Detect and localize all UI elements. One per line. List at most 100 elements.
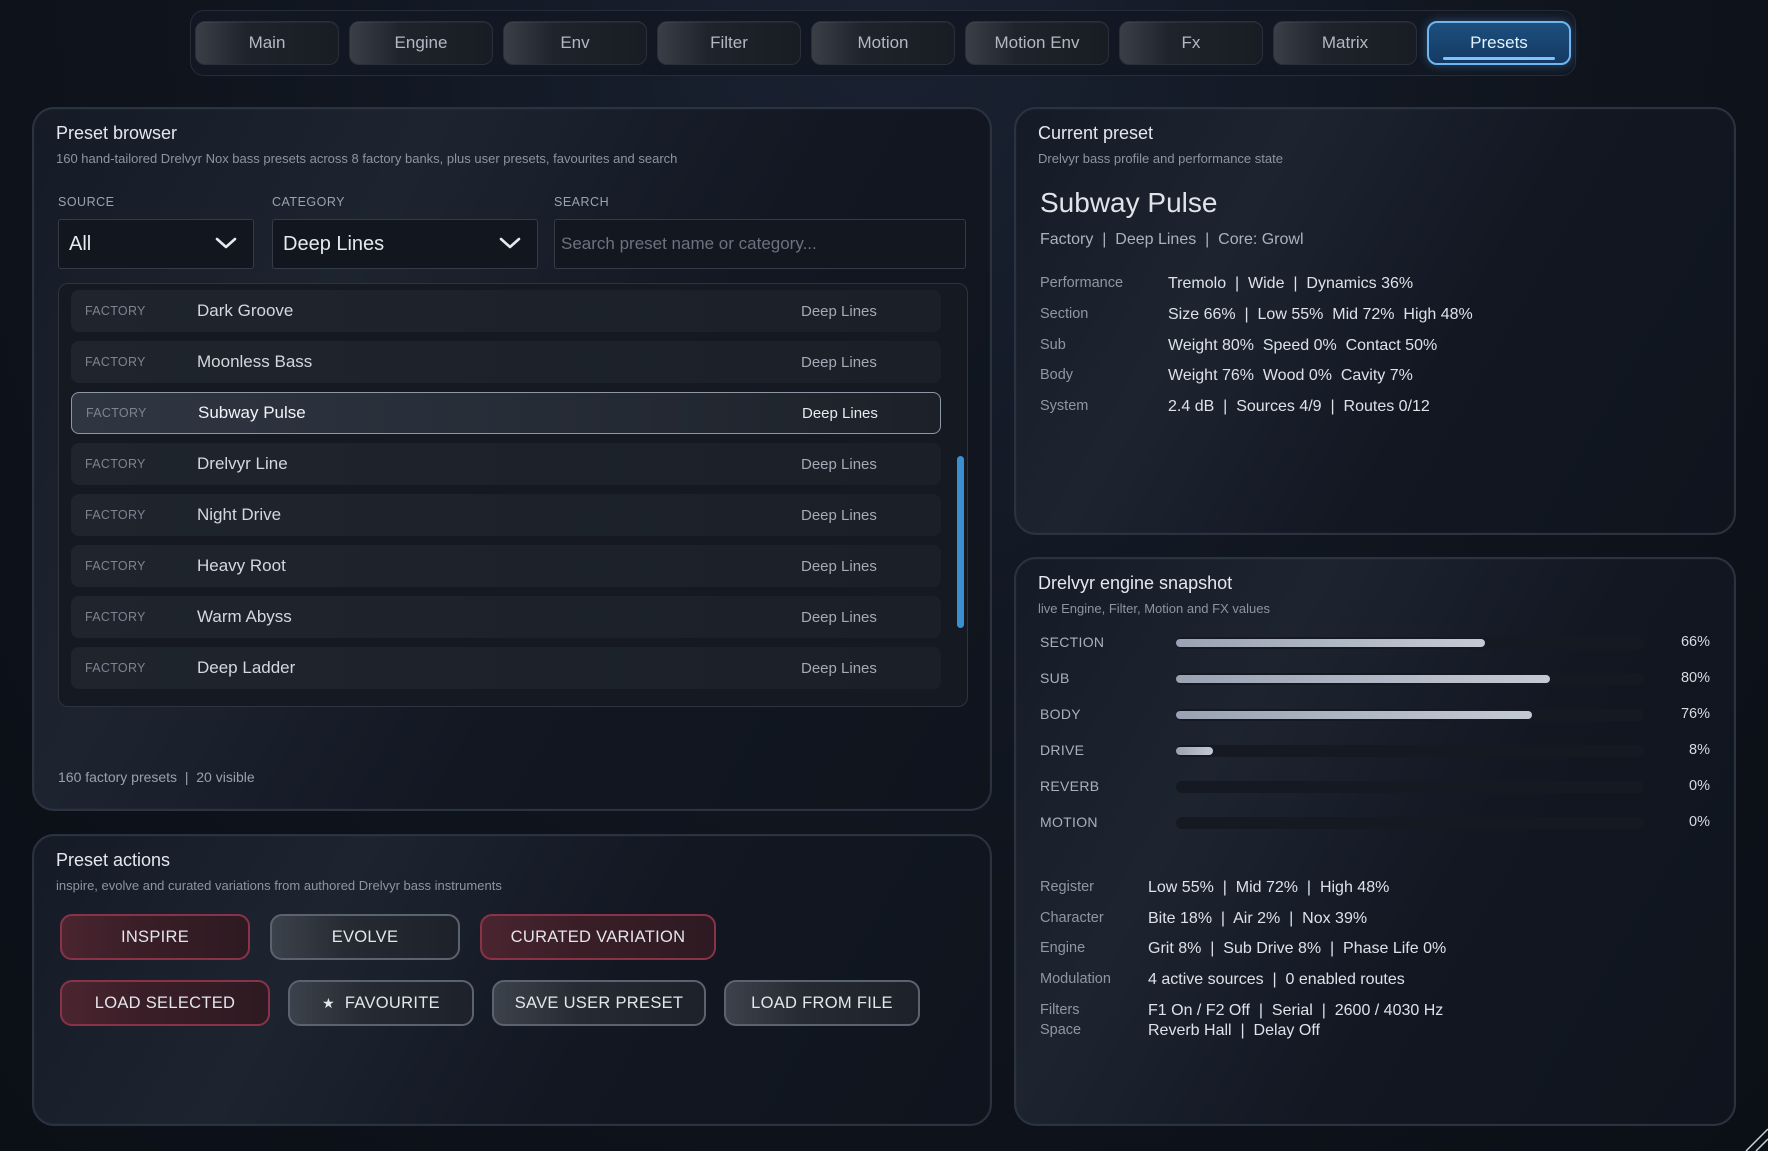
preset-category: Deep Lines	[801, 557, 877, 575]
body-bar-track	[1176, 709, 1644, 721]
evolve-button[interactable]: EVOLVE	[270, 914, 460, 960]
sub-label: Sub	[1040, 337, 1066, 353]
tab-motion-env[interactable]: Motion Env	[965, 21, 1109, 65]
preset-row[interactable]: FACTORY Dark Groove Deep Lines	[71, 290, 941, 332]
current-preset-subtitle: Drelvyr bass profile and performance sta…	[1038, 151, 1283, 166]
body-bar-label: BODY	[1040, 706, 1081, 722]
preset-source: FACTORY	[85, 304, 146, 318]
section-bar-value: 66%	[1680, 634, 1710, 650]
preset-row[interactable]: FACTORY Night Drive Deep Lines	[71, 494, 941, 536]
tab-env[interactable]: Env	[503, 21, 647, 65]
current-preset-name: Subway Pulse	[1040, 187, 1218, 218]
drive-bar-fill	[1176, 747, 1214, 755]
preset-actions-panel: Preset actions inspire, evolve and curat…	[32, 834, 992, 1126]
preset-row[interactable]: FACTORY Drelvyr Line Deep Lines	[71, 443, 941, 485]
tab-motion[interactable]: Motion	[811, 21, 955, 65]
tab-filter[interactable]: Filter	[657, 21, 801, 65]
tab-bar: Main Engine Env Filter Motion Motion Env…	[190, 10, 1576, 76]
star-icon: ★	[322, 994, 335, 1011]
save-user-preset-button[interactable]: SAVE USER PRESET	[492, 980, 706, 1026]
drive-bar-track	[1176, 745, 1644, 757]
source-select-value: All	[69, 232, 92, 255]
sub-bar-value: 80%	[1680, 670, 1710, 686]
section-value: Size 66% | Low 55% Mid 72% High 48%	[1168, 306, 1473, 323]
engine-label: Engine	[1040, 940, 1086, 956]
preset-source: FACTORY	[85, 610, 146, 624]
preset-count: 160 factory presets | 20 visible	[58, 769, 255, 785]
preset-category: Deep Lines	[801, 608, 877, 626]
chevron-down-icon	[499, 237, 521, 249]
search-field[interactable]	[554, 219, 966, 269]
preset-name: Deep Ladder	[197, 658, 296, 677]
preset-row[interactable]: FACTORY Heavy Root Deep Lines	[71, 545, 941, 587]
favourite-label: FAVOURITE	[344, 993, 440, 1012]
section-label: Section	[1040, 306, 1089, 322]
current-preset-title: Current preset	[1038, 123, 1154, 143]
tab-presets[interactable]: Presets	[1427, 21, 1571, 65]
preset-source: FACTORY	[85, 355, 146, 369]
preset-category: Deep Lines	[801, 353, 877, 371]
reverb-bar-track	[1176, 781, 1644, 793]
load-from-file-button[interactable]: LOAD FROM FILE	[724, 980, 920, 1026]
preset-name: Moonless Bass	[197, 352, 313, 371]
preset-row-selected[interactable]: FACTORY Subway Pulse Deep Lines	[71, 392, 941, 434]
sub-bar-label: SUB	[1040, 670, 1070, 686]
preset-source: FACTORY	[86, 406, 147, 420]
preset-list-scrollbar[interactable]	[955, 284, 965, 706]
system-value: 2.4 dB | Sources 4/9 | Routes 0/12	[1168, 398, 1430, 415]
preset-category: Deep Lines	[801, 302, 877, 320]
preset-source: FACTORY	[85, 457, 146, 471]
section-bar-track	[1176, 637, 1644, 649]
tab-main[interactable]: Main	[195, 21, 339, 65]
scrollbar-thumb[interactable]	[957, 456, 964, 628]
preset-list: FACTORY Dark Groove Deep Lines FACTORY M…	[58, 283, 968, 707]
body-bar-value: 76%	[1680, 706, 1710, 722]
body-bar-fill	[1176, 711, 1532, 719]
reverb-bar-label: REVERB	[1040, 778, 1100, 794]
motion-bar-value: 0%	[1689, 814, 1710, 830]
preset-row[interactable]: FACTORY Warm Abyss Deep Lines	[71, 596, 941, 638]
search-input[interactable]	[561, 234, 959, 254]
engine-value: Grit 8% | Sub Drive 8% | Phase Life 0%	[1148, 940, 1447, 957]
preset-name: Warm Abyss	[197, 607, 292, 626]
preset-source: FACTORY	[85, 661, 146, 675]
register-label: Register	[1040, 879, 1094, 895]
sub-bar-fill	[1176, 675, 1551, 683]
source-select[interactable]: All	[58, 219, 254, 269]
inspire-button[interactable]: INSPIRE	[60, 914, 250, 960]
preset-row[interactable]: FACTORY Deep Ladder Deep Lines	[71, 647, 941, 689]
search-label: SEARCH	[554, 195, 610, 209]
preset-actions-title: Preset actions	[56, 850, 171, 870]
preset-source: FACTORY	[85, 559, 146, 573]
preset-name: Heavy Root	[197, 556, 286, 575]
engine-snapshot-panel: Drelvyr engine snapshot live Engine, Fil…	[1014, 557, 1736, 1126]
favourite-button[interactable]: ★ FAVOURITE	[288, 980, 474, 1026]
section-bar-fill	[1176, 639, 1485, 647]
engine-snapshot-title: Drelvyr engine snapshot	[1038, 573, 1233, 593]
curated-variation-button[interactable]: CURATED VARIATION	[480, 914, 716, 960]
tab-engine[interactable]: Engine	[349, 21, 493, 65]
source-label: SOURCE	[58, 195, 115, 209]
performance-value: Tremolo | Wide | Dynamics 36%	[1168, 275, 1414, 292]
register-value: Low 55% | Mid 72% | High 48%	[1148, 879, 1390, 896]
resize-grip-icon[interactable]	[1742, 1125, 1768, 1151]
preset-category: Deep Lines	[801, 659, 877, 677]
preset-browser-panel: Preset browser 160 hand-tailored Drelvyr…	[32, 107, 992, 811]
character-label: Character	[1040, 910, 1104, 926]
space-value: Reverb Hall | Delay Off	[1148, 1022, 1320, 1039]
tab-matrix[interactable]: Matrix	[1273, 21, 1417, 65]
modulation-value: 4 active sources | 0 enabled routes	[1148, 971, 1405, 988]
tab-fx[interactable]: Fx	[1119, 21, 1263, 65]
system-label: System	[1040, 398, 1089, 414]
sub-bar-track	[1176, 673, 1644, 685]
body-label: Body	[1040, 367, 1074, 383]
filters-value: F1 On / F2 Off | Serial | 2600 / 4030 Hz	[1148, 1002, 1444, 1019]
engine-snapshot-subtitle: live Engine, Filter, Motion and FX value…	[1038, 601, 1270, 616]
preset-category: Deep Lines	[801, 455, 877, 473]
load-selected-button[interactable]: LOAD SELECTED	[60, 980, 270, 1026]
section-bar-label: SECTION	[1040, 634, 1105, 650]
category-select[interactable]: Deep Lines	[272, 219, 538, 269]
chevron-down-icon	[215, 237, 237, 249]
sub-value: Weight 80% Speed 0% Contact 50%	[1168, 337, 1438, 354]
preset-row[interactable]: FACTORY Moonless Bass Deep Lines	[71, 341, 941, 383]
